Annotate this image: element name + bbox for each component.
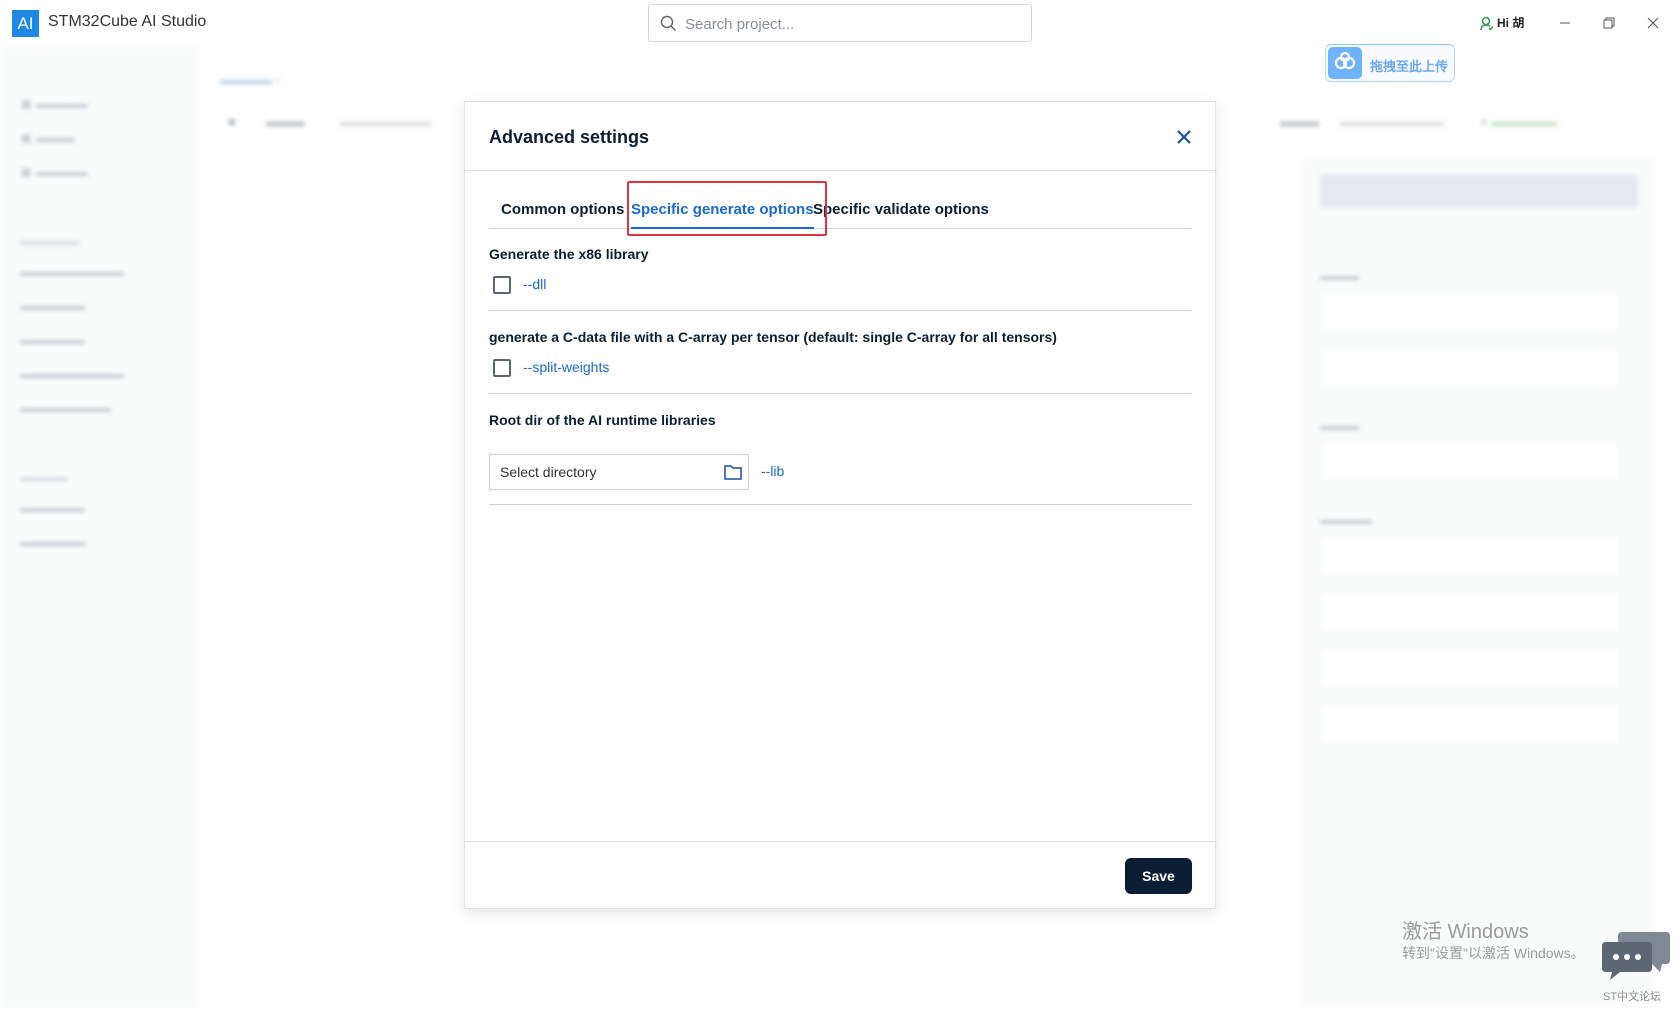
folder-icon[interactable] bbox=[724, 464, 742, 480]
tab-specific-validate-options[interactable]: Specific validate options bbox=[813, 181, 989, 229]
save-button[interactable]: Save bbox=[1125, 858, 1192, 894]
select-directory-field[interactable]: Select directory bbox=[489, 454, 749, 490]
forum-label: ST中文论坛 bbox=[1603, 991, 1662, 1003]
user-greeting: Hi 胡 bbox=[1497, 16, 1525, 30]
section-divider bbox=[489, 504, 1192, 505]
select-directory-text: Select directory bbox=[500, 464, 597, 480]
user-icon bbox=[1480, 17, 1494, 31]
split-weights-checkbox[interactable] bbox=[493, 359, 511, 377]
close-icon[interactable] bbox=[1173, 126, 1195, 148]
search-box[interactable] bbox=[648, 4, 1032, 42]
app-logo: AI bbox=[12, 10, 39, 37]
tab-bar: Common options Specific generate options… bbox=[489, 181, 1192, 229]
dll-checkbox[interactable] bbox=[493, 276, 511, 294]
search-icon bbox=[660, 15, 677, 32]
advanced-settings-dialog: Advanced settings Common options Specifi… bbox=[464, 101, 1217, 909]
activation-watermark-subtitle: 转到"设置"以激活 Windows。 bbox=[1402, 945, 1585, 961]
activation-watermark-title: 激活 Windows bbox=[1402, 921, 1529, 943]
section-title-split-weights: generate a C-data file with a C-array pe… bbox=[489, 329, 1057, 345]
forum-chat-icon[interactable] bbox=[1600, 926, 1672, 982]
footer-divider bbox=[465, 841, 1217, 842]
window-close-icon[interactable] bbox=[1640, 10, 1666, 36]
tab-specific-generate-options[interactable]: Specific generate options bbox=[631, 181, 814, 229]
split-weights-flag: --split-weights bbox=[523, 359, 610, 375]
title-bar: AI STM32Cube AI Studio Hi 胡 bbox=[0, 0, 1680, 46]
restore-icon[interactable] bbox=[1596, 10, 1622, 36]
dll-flag: --dll bbox=[523, 276, 547, 292]
section-divider bbox=[489, 310, 1192, 311]
section-title-runtime-root-dir: Root dir of the AI runtime libraries bbox=[489, 412, 716, 428]
section-divider bbox=[489, 393, 1192, 394]
tab-common-options[interactable]: Common options bbox=[501, 181, 624, 229]
app-title: STM32Cube AI Studio bbox=[48, 13, 207, 30]
minimize-icon[interactable] bbox=[1552, 10, 1578, 36]
user-menu[interactable]: Hi 胡 bbox=[1480, 14, 1524, 31]
lib-flag: --lib bbox=[761, 463, 785, 479]
section-title-x86-library: Generate the x86 library bbox=[489, 246, 649, 262]
search-input[interactable] bbox=[685, 13, 1015, 35]
dialog-title: Advanced settings bbox=[489, 127, 650, 147]
header-divider bbox=[465, 170, 1217, 171]
